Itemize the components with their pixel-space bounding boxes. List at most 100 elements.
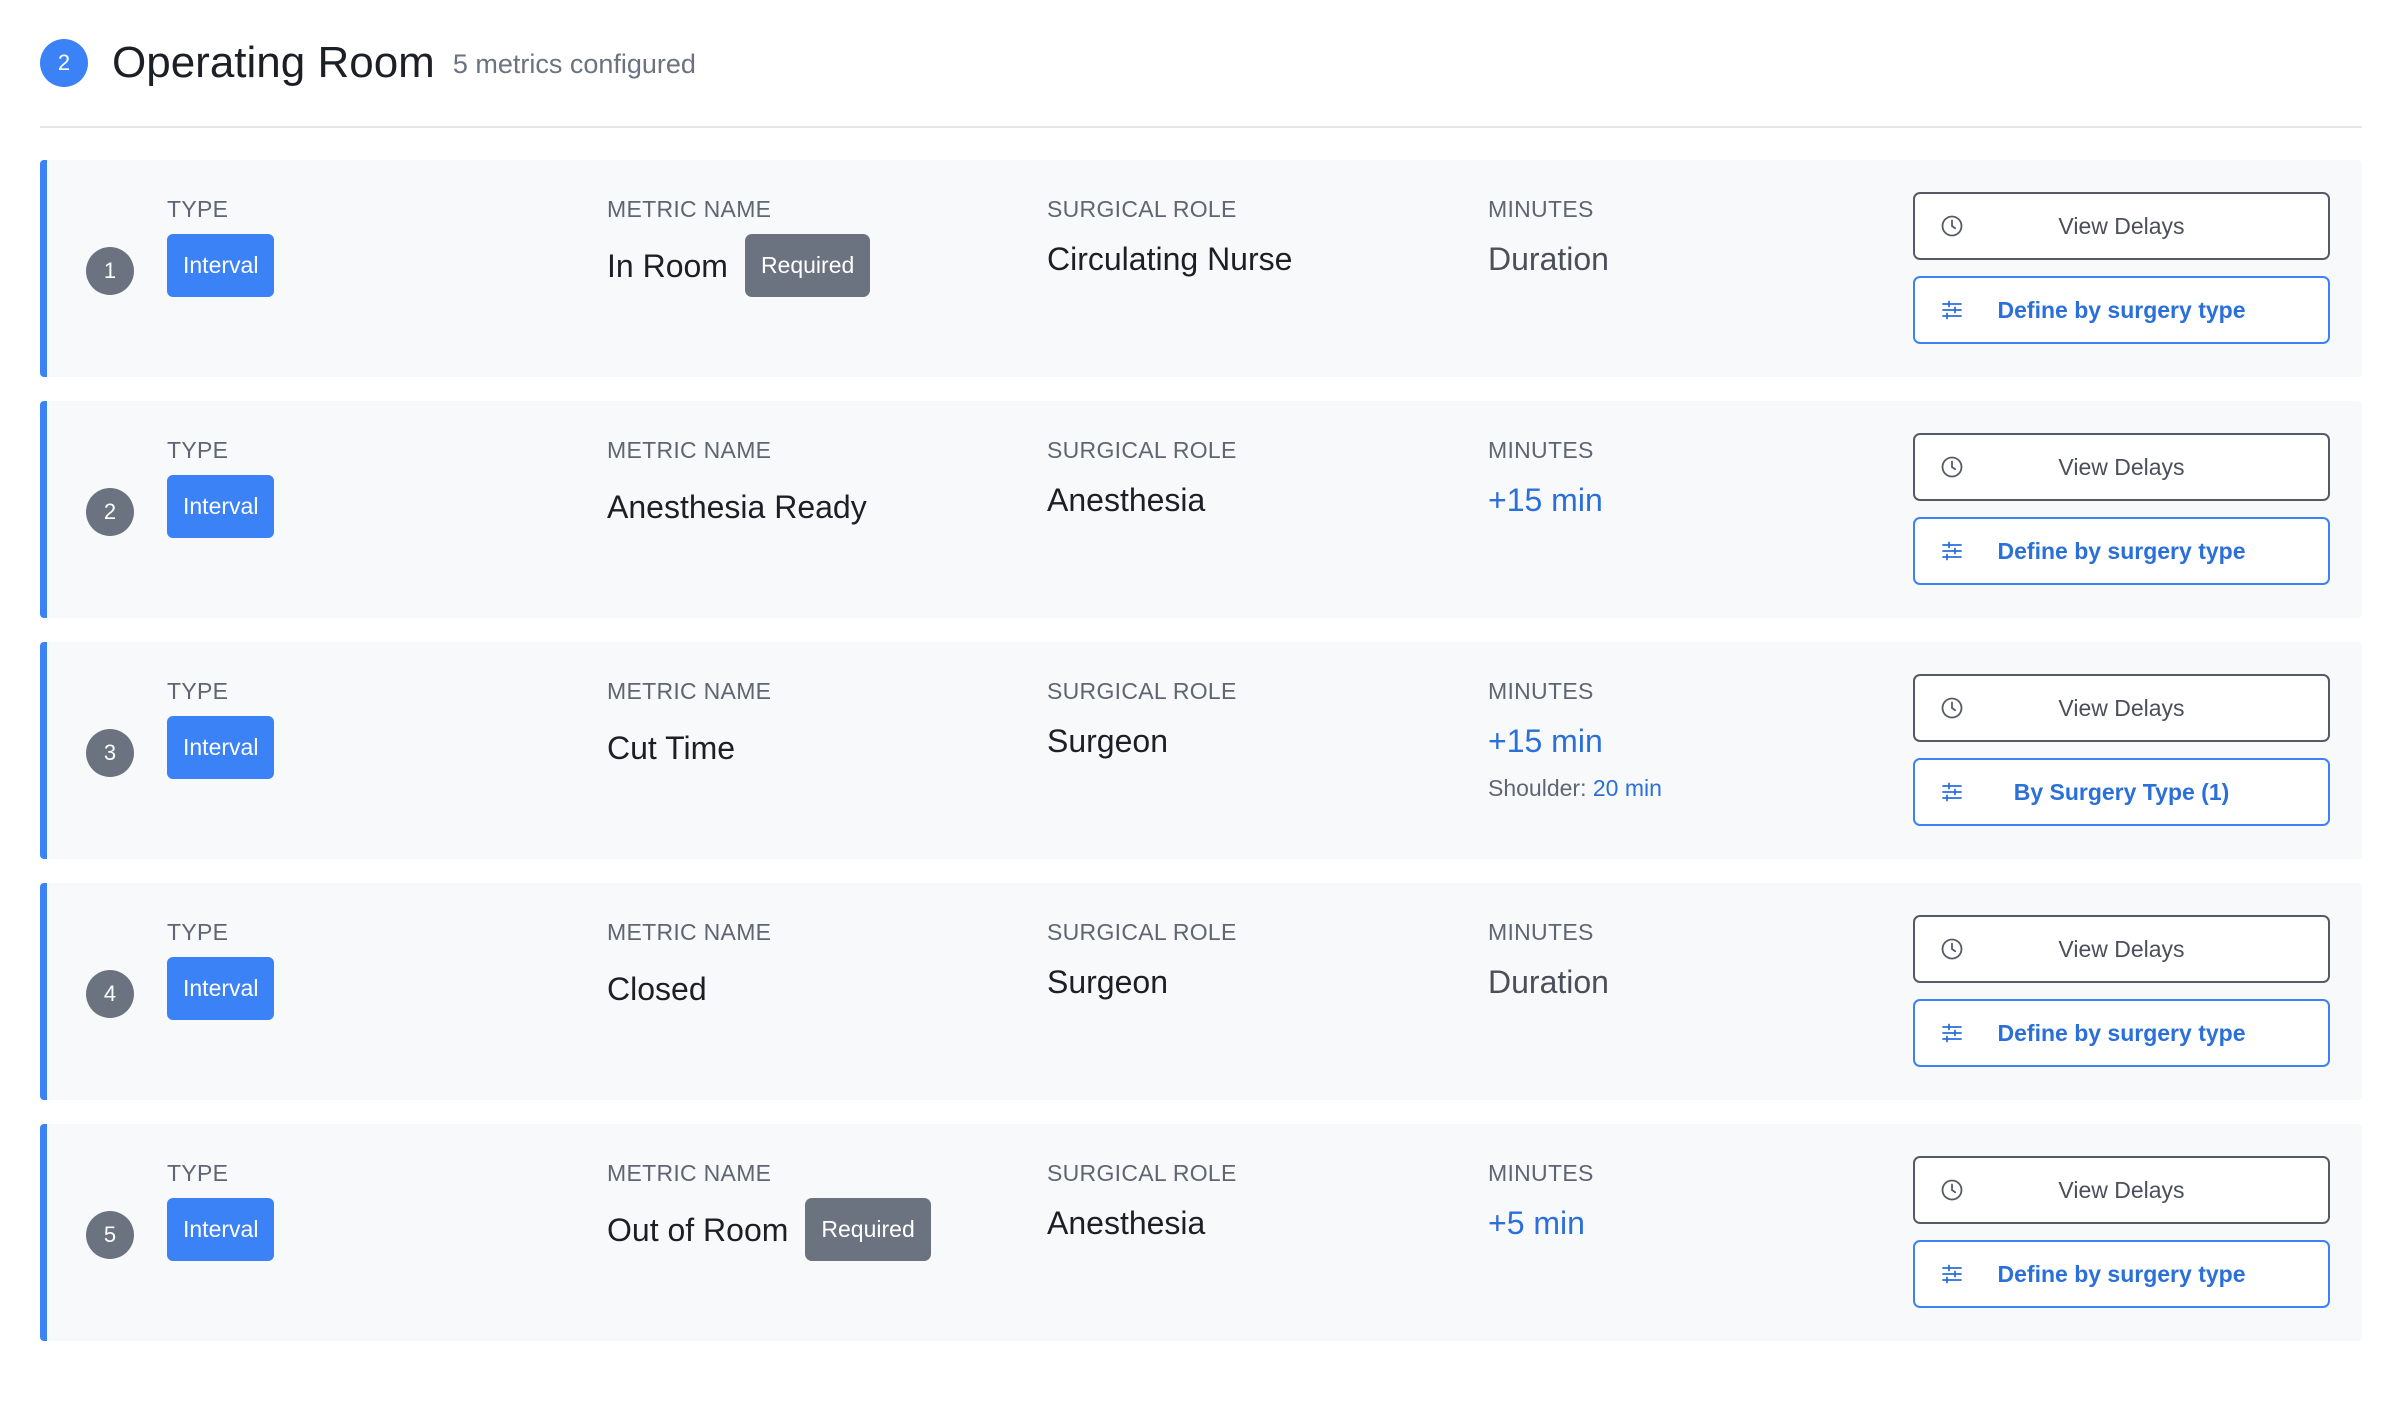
metric-name-label: METRIC NAME — [607, 919, 772, 945]
minutes-override: Shoulder: 20 min — [1488, 775, 1662, 802]
type-column: TYPE Interval — [167, 917, 275, 1020]
override-minutes: 20 min — [1592, 775, 1662, 801]
metric-name-column: METRIC NAME Anesthesia Ready — [607, 435, 867, 538]
metric-name-column: METRIC NAME In Room Required — [607, 194, 871, 297]
minutes-value: +15 min — [1488, 723, 1603, 759]
define-by-surgery-type-button[interactable]: Define by surgery type — [1913, 276, 2330, 344]
type-label: TYPE — [167, 678, 229, 704]
surgical-role-value: Anesthesia — [1047, 1205, 1206, 1241]
row-number-badge: 1 — [86, 247, 134, 295]
type-badge: Interval — [167, 716, 275, 779]
clock-icon — [1939, 936, 1965, 962]
minutes-value: Duration — [1488, 964, 1609, 1000]
required-badge: Required — [805, 1198, 931, 1261]
view-delays-button[interactable]: View Delays — [1913, 674, 2330, 742]
metric-row: 4 TYPE Interval METRIC NAME Closed SURGI… — [40, 883, 2362, 1100]
minutes-column: MINUTES Duration — [1488, 917, 1609, 1002]
metric-name: Anesthesia Ready — [607, 488, 867, 525]
surgical-role-column: SURGICAL ROLE Circulating Nurse — [1047, 194, 1292, 279]
row-actions: View Delays Define by surgery type — [1913, 192, 2330, 344]
section-title: Operating Room — [112, 38, 435, 87]
surgical-role-label: SURGICAL ROLE — [1047, 1160, 1237, 1186]
surgical-role-value: Anesthesia — [1047, 482, 1206, 518]
define-by-surgery-type-button[interactable]: Define by surgery type — [1913, 517, 2330, 585]
view-delays-label: View Delays — [2058, 694, 2185, 721]
view-delays-label: View Delays — [2058, 453, 2185, 480]
clock-icon — [1939, 695, 1965, 721]
view-delays-button[interactable]: View Delays — [1913, 433, 2330, 501]
type-badge: Interval — [167, 957, 275, 1020]
define-by-surgery-type-label: Define by surgery type — [1997, 537, 2246, 564]
minutes-value: +5 min — [1488, 1205, 1585, 1241]
type-column: TYPE Interval — [167, 676, 275, 779]
section-header: 2 Operating Room 5 metrics configured — [40, 0, 2362, 128]
view-delays-label: View Delays — [2058, 1176, 2185, 1203]
metric-name-column: METRIC NAME Closed — [607, 917, 771, 1020]
row-actions: View Delays Define by surgery type — [1913, 1156, 2330, 1308]
clock-icon — [1939, 1177, 1965, 1203]
define-by-surgery-type-label: Define by surgery type — [1997, 1019, 2246, 1046]
type-column: TYPE Interval — [167, 194, 275, 297]
row-number-badge: 4 — [86, 970, 134, 1018]
surgical-role-column: SURGICAL ROLE Anesthesia — [1047, 435, 1237, 520]
surgical-role-value: Surgeon — [1047, 723, 1168, 759]
surgical-role-column: SURGICAL ROLE Anesthesia — [1047, 1158, 1237, 1243]
sliders-icon — [1939, 538, 1965, 564]
operating-room-section: 2 Operating Room 5 metrics configured 1 … — [0, 0, 2400, 1416]
metric-name: Out of Room — [607, 1211, 789, 1248]
minutes-label: MINUTES — [1488, 1160, 1594, 1186]
row-number-badge: 2 — [86, 488, 134, 536]
define-by-surgery-type-label: Define by surgery type — [1997, 296, 2246, 323]
metrics-list: 1 TYPE Interval METRIC NAME In Room Requ… — [40, 160, 2362, 1341]
row-number-badge: 5 — [86, 1211, 134, 1259]
view-delays-button[interactable]: View Delays — [1913, 915, 2330, 983]
metric-row: 2 TYPE Interval METRIC NAME Anesthesia R… — [40, 401, 2362, 618]
row-actions: View Delays Define by surgery type — [1913, 915, 2330, 1067]
type-label: TYPE — [167, 437, 229, 463]
minutes-column: MINUTES +15 min — [1488, 435, 1603, 520]
row-actions: View Delays Define by surgery type — [1913, 433, 2330, 585]
surgical-role-label: SURGICAL ROLE — [1047, 919, 1237, 945]
row-number-badge: 3 — [86, 729, 134, 777]
metric-name-column: METRIC NAME Cut Time — [607, 676, 771, 779]
metric-name: In Room — [607, 247, 728, 284]
metric-row: 3 TYPE Interval METRIC NAME Cut Time SUR… — [40, 642, 2362, 859]
define-by-surgery-type-label: Define by surgery type — [1997, 1260, 2246, 1287]
metric-name-label: METRIC NAME — [607, 437, 772, 463]
define-by-surgery-type-button[interactable]: By Surgery Type (1) — [1913, 758, 2330, 826]
metric-name-label: METRIC NAME — [607, 1160, 772, 1186]
metric-name: Cut Time — [607, 729, 736, 766]
minutes-label: MINUTES — [1488, 678, 1594, 704]
metric-name-label: METRIC NAME — [607, 678, 772, 704]
view-delays-button[interactable]: View Delays — [1913, 192, 2330, 260]
metric-name-label: METRIC NAME — [607, 196, 772, 222]
minutes-value: +15 min — [1488, 482, 1603, 518]
sliders-icon — [1939, 779, 1965, 805]
required-badge: Required — [744, 234, 871, 297]
metric-name-row: Cut Time — [607, 716, 771, 779]
minutes-label: MINUTES — [1488, 437, 1594, 463]
minutes-column: MINUTES +5 min — [1488, 1158, 1594, 1243]
minutes-column: MINUTES Duration — [1488, 194, 1609, 279]
minutes-value: Duration — [1488, 241, 1609, 277]
minutes-column: MINUTES +15 min Shoulder: 20 min — [1488, 676, 1662, 802]
surgical-role-label: SURGICAL ROLE — [1047, 678, 1237, 704]
define-by-surgery-type-button[interactable]: Define by surgery type — [1913, 1240, 2330, 1308]
view-delays-label: View Delays — [2058, 212, 2185, 239]
metric-name-row: Closed — [607, 957, 771, 1020]
type-label: TYPE — [167, 1160, 229, 1186]
metric-name: Closed — [607, 970, 707, 1007]
define-by-surgery-type-label: By Surgery Type (1) — [2013, 778, 2230, 805]
type-badge: Interval — [167, 1198, 275, 1261]
surgical-role-label: SURGICAL ROLE — [1047, 196, 1237, 222]
sliders-icon — [1939, 297, 1965, 323]
clock-icon — [1939, 213, 1965, 239]
surgical-role-value: Surgeon — [1047, 964, 1168, 1000]
sliders-icon — [1939, 1261, 1965, 1287]
override-surgery-type: Shoulder: — [1488, 775, 1587, 801]
minutes-label: MINUTES — [1488, 919, 1594, 945]
define-by-surgery-type-button[interactable]: Define by surgery type — [1913, 999, 2330, 1067]
view-delays-button[interactable]: View Delays — [1913, 1156, 2330, 1224]
metric-row: 5 TYPE Interval METRIC NAME Out of Room … — [40, 1124, 2362, 1341]
surgical-role-column: SURGICAL ROLE Surgeon — [1047, 676, 1237, 761]
